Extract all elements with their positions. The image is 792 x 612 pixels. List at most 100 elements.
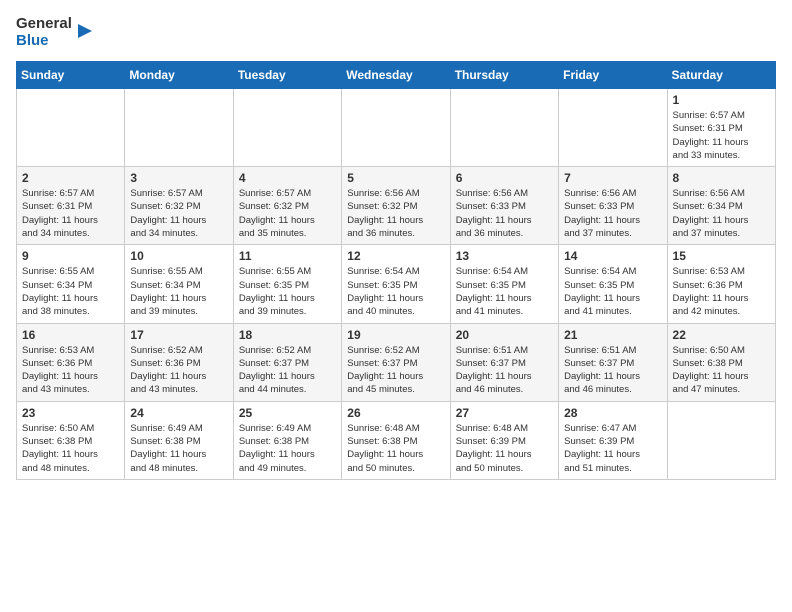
calendar-cell: 13 Sunrise: 6:54 AM Sunset: 6:35 PM Dayli… <box>450 245 558 323</box>
calendar-cell <box>450 89 558 167</box>
day-info: Sunrise: 6:56 AM Sunset: 6:32 PM Dayligh… <box>347 187 444 240</box>
day-info: Sunrise: 6:55 AM Sunset: 6:34 PM Dayligh… <box>130 265 227 318</box>
col-header-tuesday: Tuesday <box>233 62 341 89</box>
day-info: Sunrise: 6:52 AM Sunset: 6:37 PM Dayligh… <box>239 344 336 397</box>
day-number: 7 <box>564 171 661 185</box>
calendar-week-3: 9 Sunrise: 6:55 AM Sunset: 6:34 PM Daylig… <box>17 245 776 323</box>
day-info: Sunrise: 6:50 AM Sunset: 6:38 PM Dayligh… <box>673 344 770 397</box>
calendar-cell: 16 Sunrise: 6:53 AM Sunset: 6:36 PM Dayli… <box>17 323 125 401</box>
day-info: Sunrise: 6:57 AM Sunset: 6:32 PM Dayligh… <box>239 187 336 240</box>
day-info: Sunrise: 6:57 AM Sunset: 6:32 PM Dayligh… <box>130 187 227 240</box>
calendar-cell <box>559 89 667 167</box>
day-info: Sunrise: 6:56 AM Sunset: 6:33 PM Dayligh… <box>564 187 661 240</box>
day-info: Sunrise: 6:49 AM Sunset: 6:38 PM Dayligh… <box>130 422 227 475</box>
day-number: 10 <box>130 249 227 263</box>
day-info: Sunrise: 6:55 AM Sunset: 6:34 PM Dayligh… <box>22 265 119 318</box>
day-number: 2 <box>22 171 119 185</box>
calendar-cell <box>233 89 341 167</box>
col-header-thursday: Thursday <box>450 62 558 89</box>
day-info: Sunrise: 6:57 AM Sunset: 6:31 PM Dayligh… <box>673 109 770 162</box>
day-number: 27 <box>456 406 553 420</box>
day-info: Sunrise: 6:56 AM Sunset: 6:34 PM Dayligh… <box>673 187 770 240</box>
day-info: Sunrise: 6:51 AM Sunset: 6:37 PM Dayligh… <box>456 344 553 397</box>
day-number: 17 <box>130 328 227 342</box>
calendar-cell: 8 Sunrise: 6:56 AM Sunset: 6:34 PM Daylig… <box>667 167 775 245</box>
calendar-cell <box>125 89 233 167</box>
day-info: Sunrise: 6:47 AM Sunset: 6:39 PM Dayligh… <box>564 422 661 475</box>
calendar-cell: 12 Sunrise: 6:54 AM Sunset: 6:35 PM Dayli… <box>342 245 450 323</box>
calendar-cell: 19 Sunrise: 6:52 AM Sunset: 6:37 PM Dayli… <box>342 323 450 401</box>
calendar-table: SundayMondayTuesdayWednesdayThursdayFrid… <box>16 61 776 480</box>
calendar-cell: 20 Sunrise: 6:51 AM Sunset: 6:37 PM Dayli… <box>450 323 558 401</box>
day-number: 8 <box>673 171 770 185</box>
day-number: 11 <box>239 249 336 263</box>
calendar-cell: 28 Sunrise: 6:47 AM Sunset: 6:39 PM Dayli… <box>559 401 667 479</box>
col-header-monday: Monday <box>125 62 233 89</box>
page-header: General Blue <box>16 16 776 49</box>
col-header-friday: Friday <box>559 62 667 89</box>
day-info: Sunrise: 6:57 AM Sunset: 6:31 PM Dayligh… <box>22 187 119 240</box>
day-number: 9 <box>22 249 119 263</box>
day-info: Sunrise: 6:54 AM Sunset: 6:35 PM Dayligh… <box>564 265 661 318</box>
col-header-saturday: Saturday <box>667 62 775 89</box>
day-info: Sunrise: 6:48 AM Sunset: 6:38 PM Dayligh… <box>347 422 444 475</box>
day-number: 6 <box>456 171 553 185</box>
logo: General Blue <box>16 16 96 49</box>
calendar-cell: 15Sunrise: 6:53 AM Sunset: 6:36 PM Dayli… <box>667 245 775 323</box>
day-info: Sunrise: 6:52 AM Sunset: 6:37 PM Dayligh… <box>347 344 444 397</box>
day-number: 26 <box>347 406 444 420</box>
day-number: 24 <box>130 406 227 420</box>
calendar-cell: 11 Sunrise: 6:55 AM Sunset: 6:35 PM Dayli… <box>233 245 341 323</box>
col-header-sunday: Sunday <box>17 62 125 89</box>
calendar-cell: 7 Sunrise: 6:56 AM Sunset: 6:33 PM Daylig… <box>559 167 667 245</box>
day-number: 14 <box>564 249 661 263</box>
calendar-week-5: 23 Sunrise: 6:50 AM Sunset: 6:38 PM Dayli… <box>17 401 776 479</box>
calendar-cell: 22 Sunrise: 6:50 AM Sunset: 6:38 PM Dayli… <box>667 323 775 401</box>
calendar-cell: 21 Sunrise: 6:51 AM Sunset: 6:37 PM Dayli… <box>559 323 667 401</box>
day-number: 5 <box>347 171 444 185</box>
day-info: Sunrise: 6:49 AM Sunset: 6:38 PM Dayligh… <box>239 422 336 475</box>
day-info: Sunrise: 6:55 AM Sunset: 6:35 PM Dayligh… <box>239 265 336 318</box>
calendar-cell: 23 Sunrise: 6:50 AM Sunset: 6:38 PM Dayli… <box>17 401 125 479</box>
logo-blue: Blue <box>16 33 72 50</box>
day-info: Sunrise: 6:52 AM Sunset: 6:36 PM Dayligh… <box>130 344 227 397</box>
day-info: Sunrise: 6:48 AM Sunset: 6:39 PM Dayligh… <box>456 422 553 475</box>
calendar-cell: 6 Sunrise: 6:56 AM Sunset: 6:33 PM Daylig… <box>450 167 558 245</box>
day-number: 4 <box>239 171 336 185</box>
day-info: Sunrise: 6:53 AM Sunset: 6:36 PM Dayligh… <box>22 344 119 397</box>
day-number: 21 <box>564 328 661 342</box>
day-info: Sunrise: 6:53 AM Sunset: 6:36 PM Dayligh… <box>673 265 770 318</box>
day-info: Sunrise: 6:56 AM Sunset: 6:33 PM Dayligh… <box>456 187 553 240</box>
day-info: Sunrise: 6:54 AM Sunset: 6:35 PM Dayligh… <box>456 265 553 318</box>
day-number: 25 <box>239 406 336 420</box>
logo-general: General <box>16 16 72 33</box>
calendar-cell: 27 Sunrise: 6:48 AM Sunset: 6:39 PM Dayli… <box>450 401 558 479</box>
day-number: 16 <box>22 328 119 342</box>
calendar-cell: 1 Sunrise: 6:57 AM Sunset: 6:31 PM Daylig… <box>667 89 775 167</box>
day-number: 20 <box>456 328 553 342</box>
day-number: 18 <box>239 328 336 342</box>
calendar-cell: 26 Sunrise: 6:48 AM Sunset: 6:38 PM Dayli… <box>342 401 450 479</box>
calendar-cell: 24 Sunrise: 6:49 AM Sunset: 6:38 PM Dayli… <box>125 401 233 479</box>
day-info: Sunrise: 6:50 AM Sunset: 6:38 PM Dayligh… <box>22 422 119 475</box>
calendar-week-4: 16 Sunrise: 6:53 AM Sunset: 6:36 PM Dayli… <box>17 323 776 401</box>
day-number: 28 <box>564 406 661 420</box>
calendar-cell: 25 Sunrise: 6:49 AM Sunset: 6:38 PM Dayli… <box>233 401 341 479</box>
day-number: 22 <box>673 328 770 342</box>
day-info: Sunrise: 6:51 AM Sunset: 6:37 PM Dayligh… <box>564 344 661 397</box>
day-number: 19 <box>347 328 444 342</box>
calendar-cell <box>342 89 450 167</box>
calendar-cell: 17 Sunrise: 6:52 AM Sunset: 6:36 PM Dayli… <box>125 323 233 401</box>
calendar-cell: 2 Sunrise: 6:57 AM Sunset: 6:31 PM Daylig… <box>17 167 125 245</box>
calendar-cell: 18 Sunrise: 6:52 AM Sunset: 6:37 PM Dayli… <box>233 323 341 401</box>
calendar-week-1: 1 Sunrise: 6:57 AM Sunset: 6:31 PM Daylig… <box>17 89 776 167</box>
calendar-cell: 10 Sunrise: 6:55 AM Sunset: 6:34 PM Dayli… <box>125 245 233 323</box>
day-number: 1 <box>673 93 770 107</box>
day-number: 23 <box>22 406 119 420</box>
calendar-cell: 9 Sunrise: 6:55 AM Sunset: 6:34 PM Daylig… <box>17 245 125 323</box>
logo-arrow-icon <box>74 20 96 42</box>
calendar-cell <box>17 89 125 167</box>
day-number: 13 <box>456 249 553 263</box>
day-info: Sunrise: 6:54 AM Sunset: 6:35 PM Dayligh… <box>347 265 444 318</box>
day-number: 12 <box>347 249 444 263</box>
